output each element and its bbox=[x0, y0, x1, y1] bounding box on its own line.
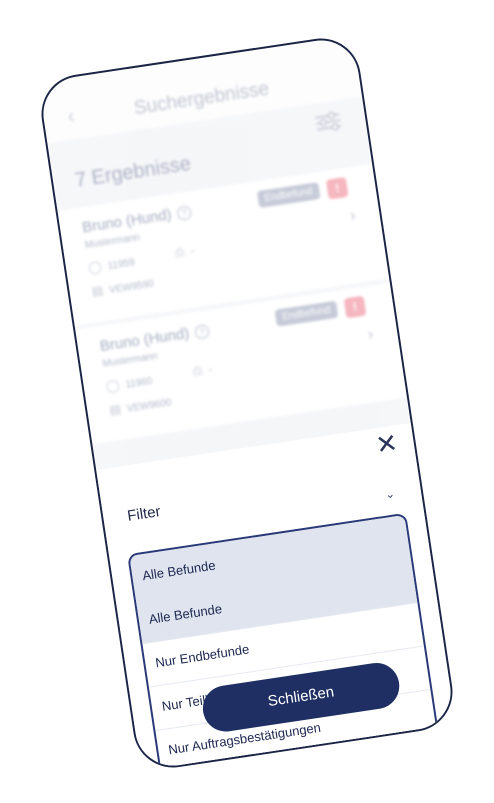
sliders-icon[interactable] bbox=[314, 110, 343, 134]
filter-sheet: ✕ Filter ⌄ Alle Befunde Alle Befunde Nur… bbox=[96, 423, 456, 773]
order-ref: ▤ VEW9600 bbox=[109, 394, 173, 417]
printer-info: ⎙ - bbox=[192, 362, 214, 380]
chevron-right-icon[interactable]: › bbox=[349, 207, 357, 226]
status-badge: Endbefund bbox=[274, 300, 339, 327]
order-ref-text: VEW9600 bbox=[126, 397, 173, 415]
phone-screen: ‹ Suchergebnisse 7 Ergebnisse Bruno (Hun… bbox=[36, 33, 458, 773]
pet-name-text: Bruno (Hund) bbox=[98, 324, 191, 356]
order-ref: ▤ VEW9590 bbox=[91, 276, 155, 299]
filter-dropdown[interactable]: Alle Befunde Alle Befunde Nur Endbefunde… bbox=[127, 512, 440, 773]
document-icon: ▤ bbox=[90, 283, 105, 299]
filter-label: Filter bbox=[126, 503, 162, 525]
printer-info: ⎙ - bbox=[174, 243, 196, 261]
close-icon[interactable]: ✕ bbox=[374, 427, 400, 461]
printer-value: - bbox=[189, 243, 196, 258]
alert-badge: ! bbox=[343, 295, 367, 319]
patient-id: ◯ 11959 bbox=[87, 254, 135, 275]
results-screen-blurred: ‹ Suchergebnisse 7 Ergebnisse Bruno (Hun… bbox=[38, 35, 413, 480]
printer-icon: ⎙ bbox=[191, 363, 204, 379]
printer-value: - bbox=[207, 361, 214, 377]
person-icon: ◯ bbox=[87, 259, 103, 275]
help-icon[interactable]: ? bbox=[176, 205, 193, 222]
status-badge: Endbefund bbox=[256, 182, 321, 209]
pet-name-text: Bruno (Hund) bbox=[81, 206, 173, 237]
order-ref-text: VEW9590 bbox=[108, 278, 155, 297]
person-icon: ◯ bbox=[105, 377, 121, 394]
chevron-right-icon[interactable]: › bbox=[367, 326, 375, 345]
document-icon: ▤ bbox=[108, 401, 122, 418]
chevron-down-icon[interactable]: ⌄ bbox=[384, 486, 396, 501]
patient-id-text: 11960 bbox=[124, 375, 154, 391]
help-icon[interactable]: ? bbox=[194, 323, 211, 340]
phone-frame: ‹ Suchergebnisse 7 Ergebnisse Bruno (Hun… bbox=[36, 33, 458, 773]
canvas: ‹ Suchergebnisse 7 Ergebnisse Bruno (Hun… bbox=[0, 0, 494, 803]
alert-badge: ! bbox=[325, 176, 349, 200]
patient-id: ◯ 11960 bbox=[105, 373, 153, 394]
patient-id-text: 11959 bbox=[106, 257, 136, 273]
printer-icon: ⎙ bbox=[174, 244, 186, 260]
